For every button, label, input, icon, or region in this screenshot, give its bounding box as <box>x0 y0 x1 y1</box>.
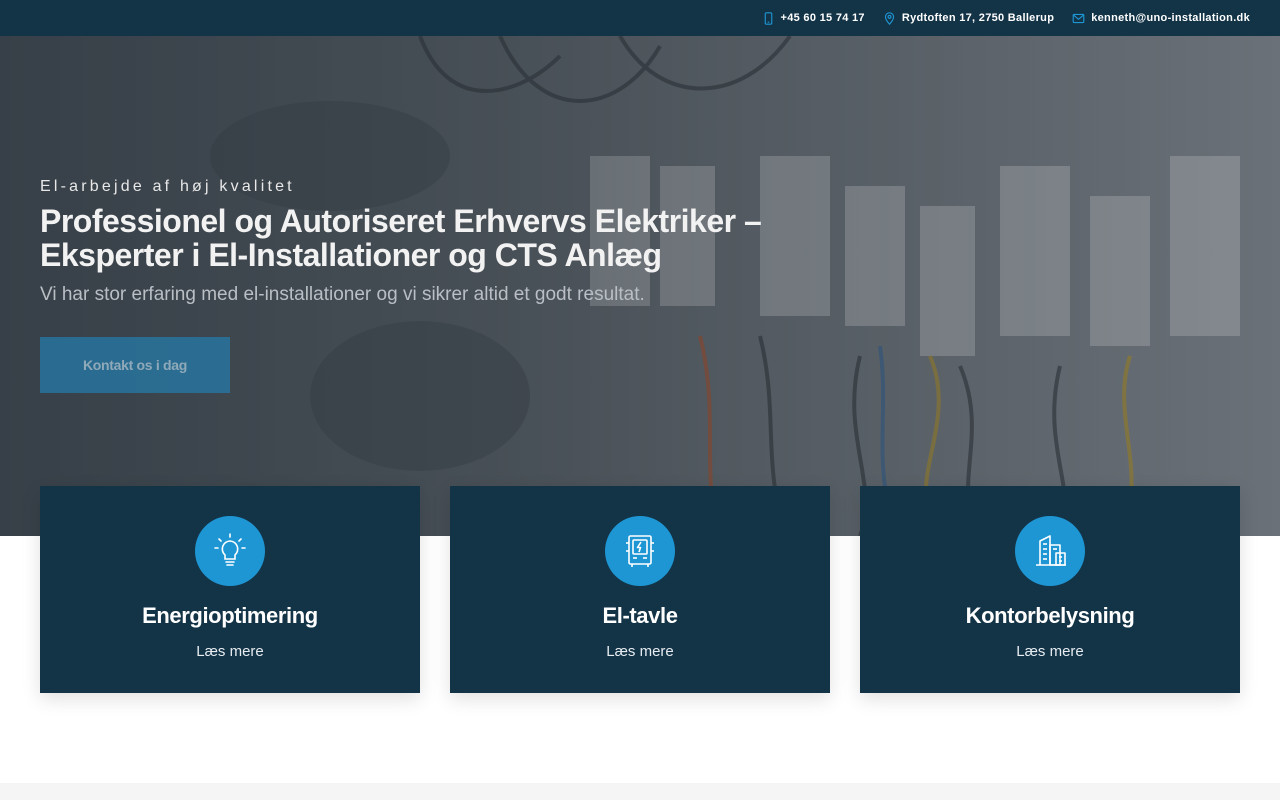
electrical-panel-icon <box>626 535 654 567</box>
email-address: kenneth@uno-installation.dk <box>1091 12 1250 24</box>
service-card-el-tavle[interactable]: El-tavle Læs mere <box>450 486 830 693</box>
read-more-link[interactable]: Læs mere <box>606 643 674 660</box>
service-icon-circle <box>195 516 265 586</box>
service-title: Energioptimering <box>142 603 318 628</box>
read-more-link[interactable]: Læs mere <box>196 643 264 660</box>
lightbulb-icon <box>214 533 246 566</box>
footer-strip <box>0 783 1280 800</box>
service-cards: Energioptimering Læs mere El-tavle Læs m… <box>40 486 1240 693</box>
address-text: Rydtoften 17, 2750 Ballerup <box>901 12 1055 24</box>
address-link[interactable]: Rydtoften 17, 2750 Ballerup <box>883 11 1055 25</box>
hero-subtitle: Vi har stor erfaring med el-installation… <box>40 284 645 305</box>
hero-title: Professionel og Autoriseret Erhvervs Ele… <box>40 204 860 272</box>
service-card-energioptimering[interactable]: Energioptimering Læs mere <box>40 486 420 693</box>
phone-link[interactable]: +45 60 15 74 17 <box>762 11 865 25</box>
read-more-link[interactable]: Læs mere <box>1016 643 1084 660</box>
hero-section: El-arbejde af høj kvalitet Professionel … <box>0 36 1280 536</box>
service-title: Kontorbelysning <box>965 603 1135 628</box>
phone-number: +45 60 15 74 17 <box>780 12 865 24</box>
mail-icon <box>1072 13 1085 23</box>
service-icon-circle <box>1015 516 1085 586</box>
office-building-icon <box>1036 535 1066 566</box>
email-link[interactable]: kenneth@uno-installation.dk <box>1072 12 1250 25</box>
service-card-kontorbelysning[interactable]: Kontorbelysning Læs mere <box>860 486 1240 693</box>
top-contact-bar: +45 60 15 74 17 Rydtoften 17, 2750 Balle… <box>0 0 1280 36</box>
phone-icon <box>764 11 772 25</box>
hero-eyebrow: El-arbejde af høj kvalitet <box>40 178 295 195</box>
contact-us-button[interactable]: Kontakt os i dag <box>40 337 230 393</box>
service-icon-circle <box>605 516 675 586</box>
hero-title-line-2: Eksperter i El-Installationer og CTS Anl… <box>40 237 662 273</box>
service-title: El-tavle <box>602 603 678 628</box>
hero-title-line-1: Professionel og Autoriseret Erhvervs Ele… <box>40 203 762 239</box>
map-pin-icon <box>884 11 894 25</box>
hero-content: El-arbejde af høj kvalitet Professionel … <box>40 178 860 306</box>
